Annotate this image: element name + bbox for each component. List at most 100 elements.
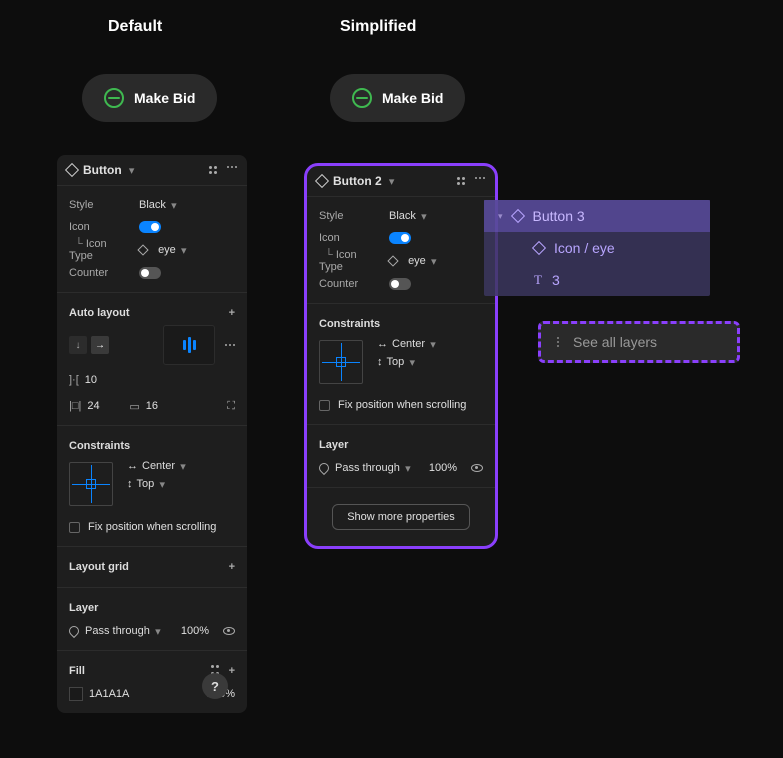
make-bid-button-default[interactable]: Make Bid	[82, 74, 217, 122]
chevron-down-icon[interactable]: ▾	[388, 177, 396, 185]
add-autolayout-icon[interactable]: +	[229, 307, 235, 319]
make-bid-button-simplified[interactable]: Make Bid	[330, 74, 465, 122]
label-simplified: Simplified	[340, 18, 416, 36]
layer-heading: Layer	[319, 439, 348, 451]
component-icon	[65, 163, 79, 177]
layout-grid-heading: Layout grid	[69, 561, 129, 573]
text-icon: T	[534, 272, 542, 288]
auto-layout-heading: Auto layout	[69, 307, 130, 319]
layer-row-text-3[interactable]: T 3	[484, 264, 710, 296]
fill-heading: Fill	[69, 665, 85, 677]
component-icon	[315, 174, 329, 188]
variants-section: Style Black▾ Icon └ Icon Type eye▾ Count…	[307, 197, 495, 304]
icon-toggle-label: Icon	[319, 232, 383, 244]
visibility-icon[interactable]	[223, 627, 235, 635]
bid-icon	[352, 88, 372, 108]
blend-mode-select[interactable]: Pass through ▾	[335, 462, 412, 474]
layer-name: Icon / eye	[554, 240, 615, 256]
reset-icon[interactable]	[457, 177, 465, 185]
opacity-value[interactable]: 100%	[181, 625, 209, 637]
counter-toggle-label: Counter	[319, 278, 383, 290]
icon-toggle-label: Icon	[69, 221, 133, 233]
constraints-heading: Constraints	[69, 440, 130, 452]
counter-toggle-label: Counter	[69, 267, 133, 279]
add-grid-icon[interactable]: +	[229, 561, 235, 573]
see-all-layers-label: See all layers	[573, 334, 657, 350]
properties-panel-simplified: Button 2 ▾ Style Black▾ Icon └ Icon Type…	[304, 163, 498, 549]
reset-icon[interactable]	[209, 166, 217, 174]
label-default: Default	[108, 18, 162, 36]
fix-position-checkbox[interactable]	[319, 400, 330, 411]
layer-row-icon-eye[interactable]: Icon / eye	[484, 232, 710, 264]
constraint-visualizer[interactable]	[69, 462, 113, 506]
blend-mode-icon	[67, 624, 81, 638]
style-label: Style	[69, 199, 133, 211]
blend-mode-icon	[317, 461, 331, 475]
layer-name: 3	[552, 272, 560, 288]
constraint-h-select[interactable]: ↔ Center ▾	[127, 460, 187, 472]
blend-mode-select[interactable]: Pass through ▾	[85, 625, 162, 637]
constraints-section: Constraints ↔ Center ▾ ↕ Top ▾ Fix posit…	[307, 304, 495, 425]
alignment-grid[interactable]	[163, 325, 215, 365]
counter-toggle[interactable]	[389, 278, 411, 290]
fill-swatch[interactable]	[69, 687, 83, 701]
padding-vertical[interactable]: ▭	[129, 400, 173, 413]
help-button[interactable]: ?	[202, 673, 228, 699]
constraint-h-select[interactable]: ↔ Center ▾	[377, 338, 437, 350]
constraints-section: Constraints ↔ Center ▾ ↕ Top ▾ Fix posit…	[57, 426, 247, 547]
style-select[interactable]: Black▾	[139, 199, 178, 211]
icon-type-label: └ Icon Type	[319, 249, 383, 273]
constraint-visualizer[interactable]	[319, 340, 363, 384]
direction-vertical[interactable]: ↓	[69, 336, 87, 354]
icon-type-select[interactable]: eye▾	[139, 244, 188, 256]
layers-popover: ▾ Button 3 Icon / eye T 3	[484, 200, 710, 296]
autolayout-more-icon[interactable]	[225, 344, 235, 346]
layer-row-button3[interactable]: ▾ Button 3	[484, 200, 710, 232]
constraints-heading: Constraints	[319, 318, 380, 330]
direction-horizontal[interactable]: →	[91, 336, 109, 354]
icon-toggle[interactable]	[389, 232, 411, 244]
padding-horizontal[interactable]: |□|	[69, 400, 115, 412]
independent-padding-icon[interactable]: ⛶	[227, 400, 235, 413]
auto-layout-section: Auto layout + ↓ → ]·[ |□| ▭ ⛶	[57, 293, 247, 426]
item-spacing[interactable]: ]·[	[69, 374, 113, 386]
icon-toggle[interactable]	[139, 221, 161, 233]
layer-section: Layer Pass through ▾ 100%	[57, 588, 247, 651]
fix-position-label: Fix position when scrolling	[88, 521, 216, 533]
more-icon[interactable]	[227, 166, 237, 174]
variants-section: Style Black▾ Icon └ Icon Type eye▾ Count…	[57, 186, 247, 293]
layer-heading: Layer	[69, 602, 98, 614]
see-all-layers-button[interactable]: See all layers	[538, 321, 740, 363]
counter-toggle[interactable]	[139, 267, 161, 279]
layer-section: Layer Pass through ▾ 100%	[307, 425, 495, 488]
component-header: Button ▾	[57, 155, 247, 186]
style-select[interactable]: Black▾	[389, 210, 428, 222]
drag-handle-icon	[557, 337, 559, 347]
fix-position-label: Fix position when scrolling	[338, 399, 466, 411]
make-bid-label: Make Bid	[134, 90, 195, 106]
fix-position-checkbox[interactable]	[69, 522, 80, 533]
component-icon	[510, 209, 524, 223]
component-icon	[532, 241, 546, 255]
constraint-v-select[interactable]: ↕ Top ▾	[377, 356, 437, 368]
more-icon[interactable]	[475, 177, 485, 185]
opacity-value[interactable]: 100%	[429, 462, 457, 474]
add-fill-icon[interactable]: +	[229, 665, 235, 677]
component-name[interactable]: Button 2	[333, 174, 382, 188]
expand-icon[interactable]: ▾	[498, 211, 503, 222]
layout-grid-section: Layout grid +	[57, 547, 247, 588]
fill-hex[interactable]: 1A1A1A	[89, 688, 129, 700]
style-label: Style	[319, 210, 383, 222]
bid-icon	[104, 88, 124, 108]
component-name[interactable]: Button	[83, 163, 122, 177]
icon-type-label: └ Icon Type	[69, 238, 133, 262]
icon-type-select[interactable]: eye▾	[389, 255, 438, 267]
component-header: Button 2 ▾	[307, 166, 495, 197]
layer-name: Button 3	[533, 208, 585, 224]
make-bid-label: Make Bid	[382, 90, 443, 106]
constraint-v-select[interactable]: ↕ Top ▾	[127, 478, 187, 490]
visibility-icon[interactable]	[471, 464, 483, 472]
properties-panel-default: Button ▾ Style Black▾ Icon └ Icon Type e…	[57, 155, 247, 713]
chevron-down-icon[interactable]: ▾	[128, 166, 136, 174]
show-more-properties-button[interactable]: Show more properties	[332, 504, 470, 530]
